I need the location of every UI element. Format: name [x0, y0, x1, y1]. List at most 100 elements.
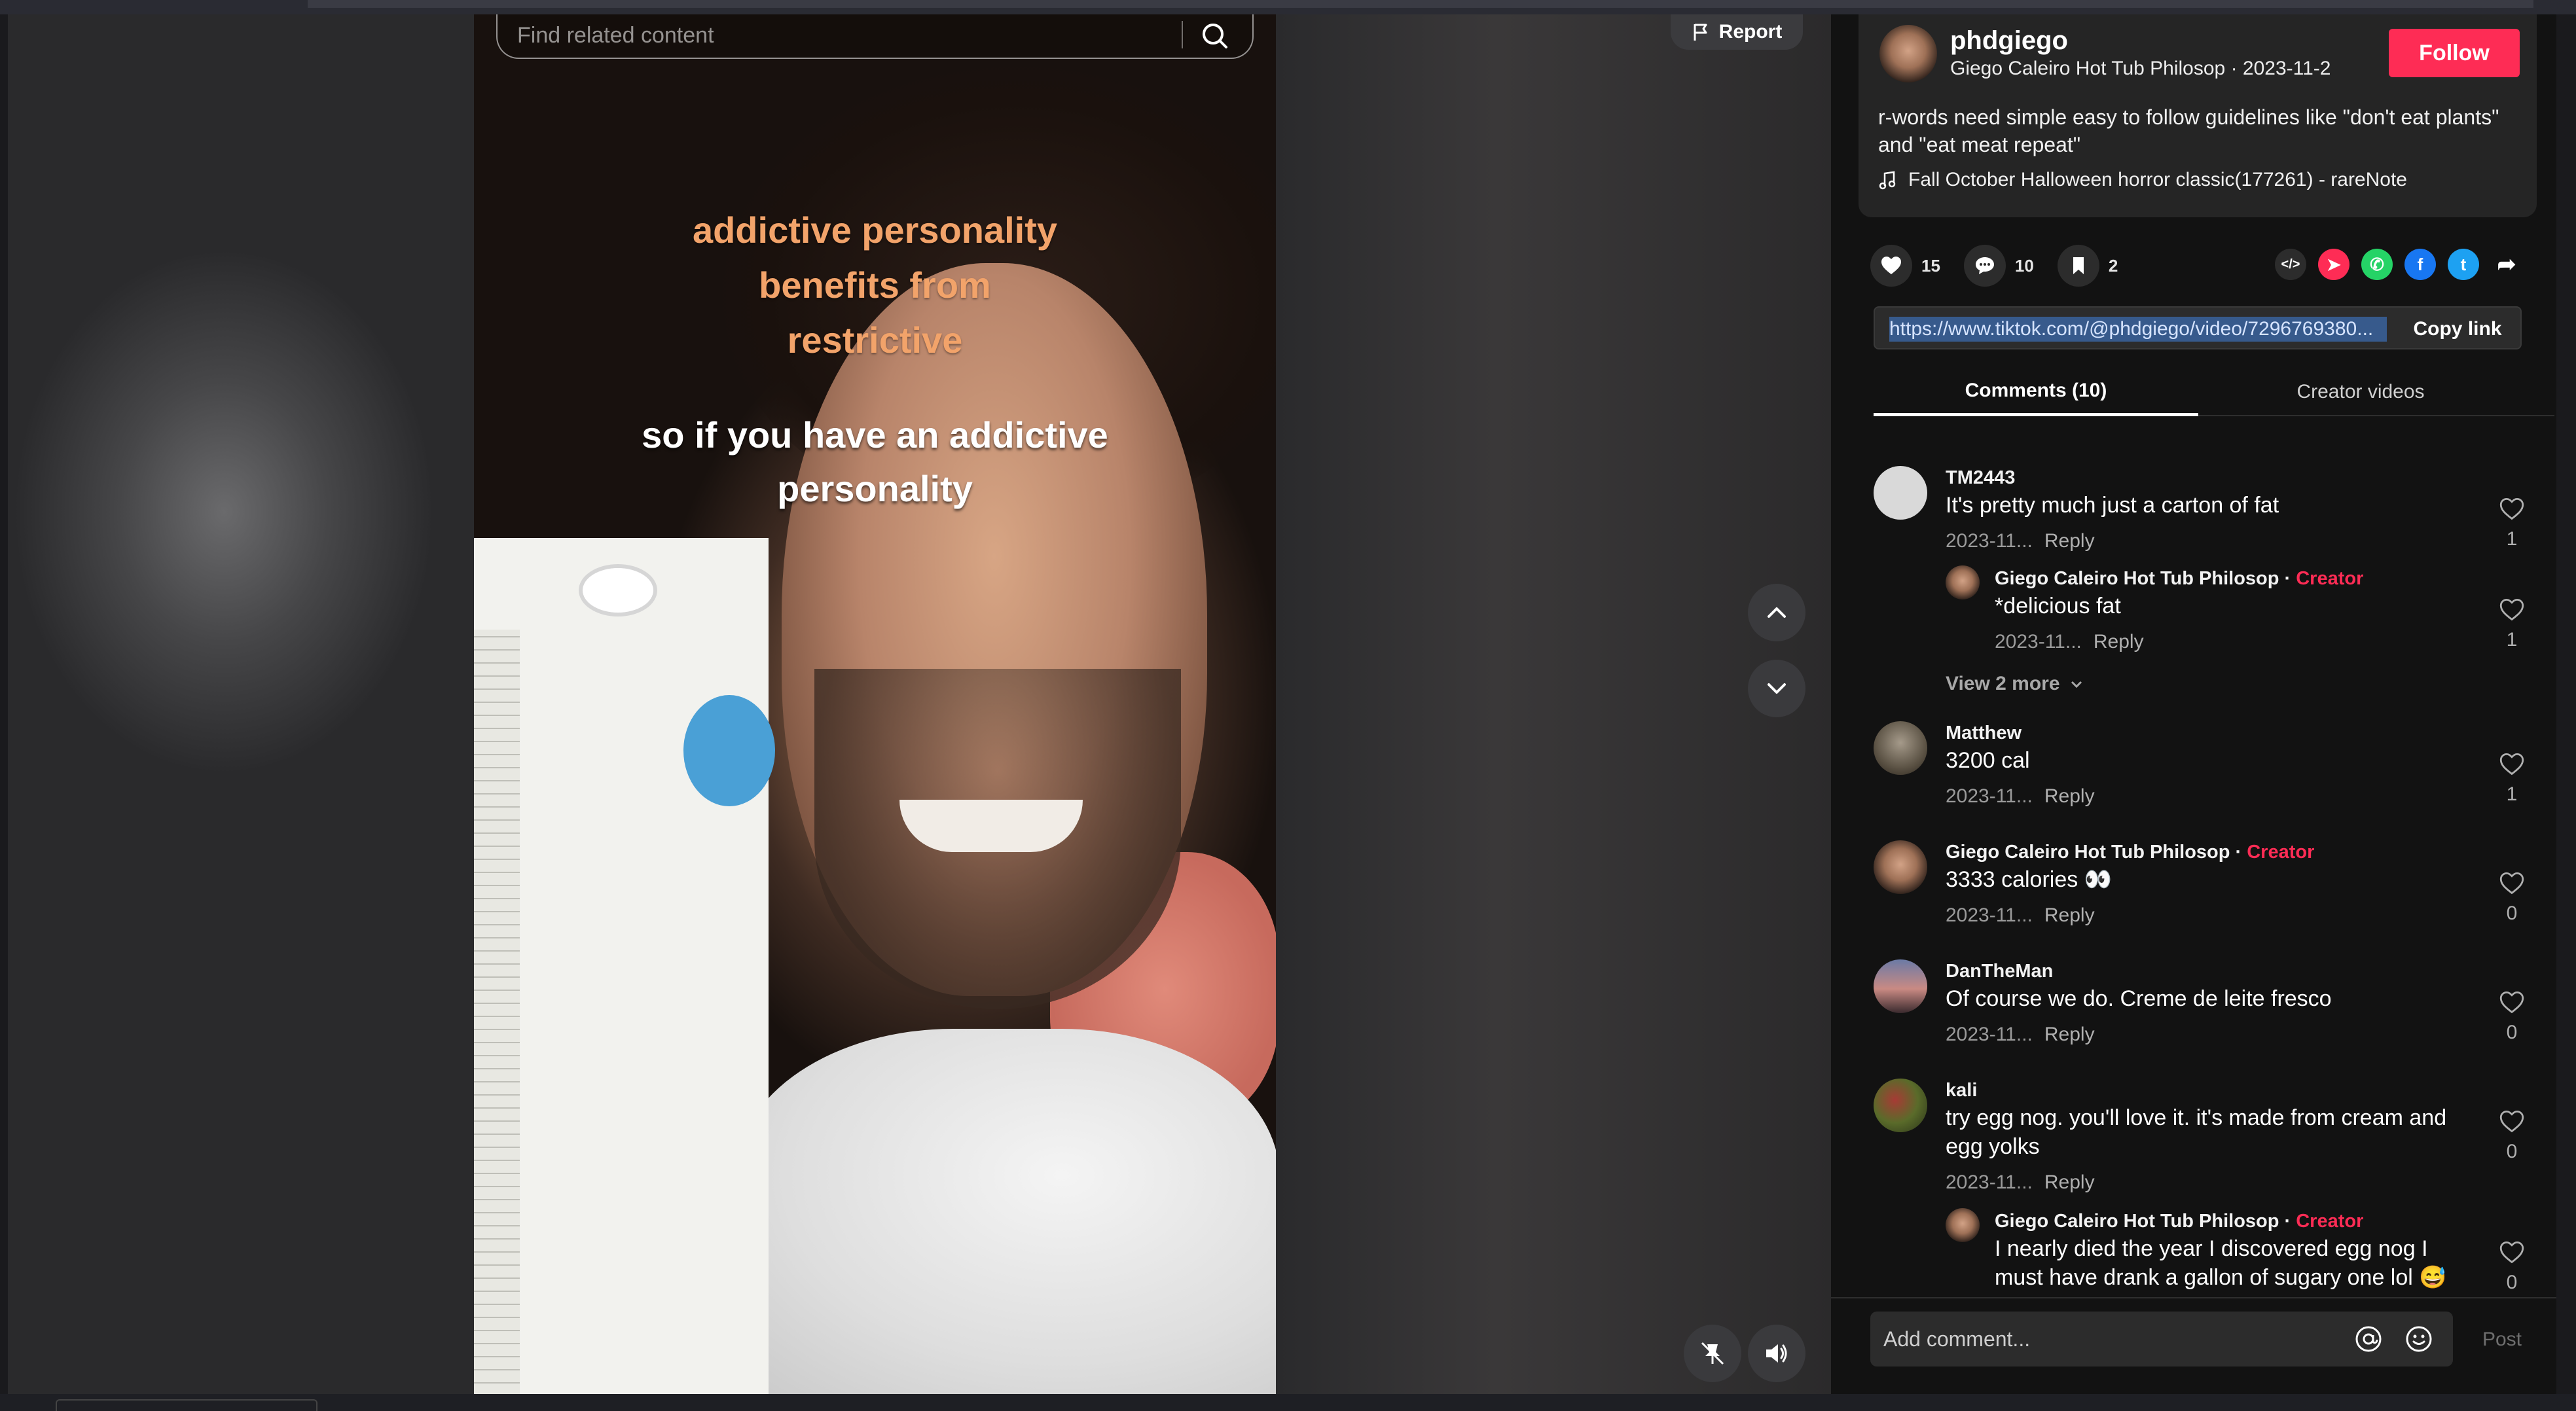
commenter-name[interactable]: TM2443: [1946, 467, 2015, 489]
browser-bottom-bar: [0, 1394, 2576, 1411]
reply-button[interactable]: Reply: [2044, 904, 2095, 926]
flag-icon: [1694, 24, 1707, 41]
emoji-button[interactable]: [2402, 1322, 2436, 1356]
author-username[interactable]: phdgiego: [1950, 26, 2068, 56]
send-icon[interactable]: ➤: [2318, 249, 2349, 280]
tab-comments[interactable]: Comments (10): [1874, 368, 2198, 416]
heart-icon: [1881, 257, 1901, 274]
commenter-name-text: Giego Caleiro Hot Tub Philosop ·: [1995, 1211, 2296, 1232]
comment-meta: 2023-11... Reply: [1946, 1024, 2095, 1046]
overlay-line: addictive personality: [692, 209, 1058, 251]
creator-tag: Creator: [2296, 1211, 2364, 1232]
mention-button[interactable]: [2351, 1322, 2386, 1356]
browser-tab-strip: [308, 0, 2533, 8]
comment-text: 3333 calories 👀: [1946, 867, 2113, 892]
comment-date: 2023-11...: [1946, 1171, 2033, 1193]
reply-button[interactable]: Reply: [2044, 1171, 2095, 1193]
chevron-down-icon: [2071, 681, 2082, 688]
comment-like[interactable]: 1: [2492, 753, 2531, 806]
nutrition-panel: [474, 630, 520, 1394]
smiley-icon: [2406, 1326, 2432, 1352]
overlay-line: restrictive: [787, 319, 963, 361]
comment-meta: 2023-11... Reply: [1946, 530, 2095, 552]
creator-avatar[interactable]: [1946, 565, 1980, 599]
creator-avatar[interactable]: [1946, 1208, 1980, 1242]
commenter-name[interactable]: Matthew: [1946, 723, 2022, 744]
volume-button[interactable]: [1748, 1325, 1805, 1382]
commenter-avatar[interactable]: [1874, 959, 1927, 1013]
commenter-avatar[interactable]: [1874, 466, 1927, 520]
comment-like-count: 0: [2506, 1022, 2518, 1043]
post-button[interactable]: Post: [2469, 1323, 2535, 1356]
search-icon: [1203, 24, 1227, 48]
video-overlay-text: addictive personality benefits from rest…: [474, 203, 1276, 368]
comment-like[interactable]: 0: [2492, 1241, 2531, 1294]
like-stat[interactable]: 15: [1870, 245, 1940, 287]
carton-cap: [579, 564, 657, 616]
copy-link-button[interactable]: Copy link: [2392, 308, 2523, 351]
creator-avatar[interactable]: [1874, 840, 1927, 894]
heart-outline-icon: [2499, 497, 2524, 520]
comment-text: It's pretty much just a carton of fat: [1946, 493, 2279, 518]
view-more-replies[interactable]: View 2 more: [1946, 673, 2084, 695]
commenter-name[interactable]: Giego Caleiro Hot Tub Philosop · Creator: [1995, 568, 2363, 590]
twitter-icon[interactable]: t: [2448, 249, 2479, 280]
report-button[interactable]: Report: [1671, 14, 1803, 50]
music-note-icon: [1879, 171, 1896, 190]
comment-like-count: 1: [2506, 528, 2518, 550]
heart-outline-icon: [2499, 1241, 2524, 1264]
reply-button[interactable]: Reply: [2094, 631, 2144, 652]
music-row[interactable]: Fall October Halloween horror classic(17…: [1878, 169, 2407, 191]
reply-button[interactable]: Reply: [2044, 530, 2095, 552]
chevron-up-icon: [1768, 607, 1786, 618]
browser-top-bar: [0, 0, 2576, 14]
commenter-name-text: Giego Caleiro Hot Tub Philosop ·: [1995, 568, 2296, 589]
music-title: Fall October Halloween horror classic(17…: [1908, 169, 2407, 190]
reply-button[interactable]: Reply: [2044, 1024, 2095, 1045]
like-count: 15: [1921, 255, 1940, 276]
commenter-name[interactable]: DanTheMan: [1946, 961, 2053, 982]
comment-stat[interactable]: 10: [1963, 245, 2034, 287]
save-stat[interactable]: 2: [2057, 245, 2118, 287]
comment-like-count: 0: [2506, 1272, 2518, 1293]
video-player[interactable]: addictive personality benefits from rest…: [474, 14, 1276, 1394]
reply-button[interactable]: Reply: [2044, 785, 2095, 807]
follow-button[interactable]: Follow: [2389, 29, 2520, 77]
search-input[interactable]: [517, 18, 1172, 52]
commenter-avatar[interactable]: [1874, 1079, 1927, 1132]
download-chip: [56, 1399, 317, 1411]
bookmark-icon: [2073, 257, 2084, 274]
embed-icon[interactable]: </>: [2275, 249, 2306, 280]
caption-line: personality: [777, 468, 973, 509]
comment-like[interactable]: 0: [2492, 991, 2531, 1044]
comment-like[interactable]: 0: [2492, 1110, 2531, 1163]
search-button[interactable]: [1195, 17, 1234, 54]
comment-like[interactable]: 1: [2492, 497, 2531, 550]
video-url[interactable]: https://www.tiktok.com/@phdgiego/video/7…: [1889, 317, 2387, 342]
previous-video-button[interactable]: [1748, 584, 1805, 641]
left-window-edge: [0, 14, 8, 1394]
commenter-name[interactable]: Giego Caleiro Hot Tub Philosop · Creator: [1995, 1211, 2363, 1232]
add-comment-input[interactable]: [1883, 1322, 2329, 1356]
save-count: 2: [2108, 255, 2118, 276]
author-avatar[interactable]: [1879, 25, 1937, 82]
comment-text: try egg nog. you'll love it. it's made f…: [1946, 1105, 2447, 1159]
commenter-name[interactable]: Giego Caleiro Hot Tub Philosop · Creator: [1946, 842, 2314, 863]
related-search-bar: [496, 14, 1254, 59]
comment-like[interactable]: 0: [2492, 872, 2531, 925]
share-arrow-icon[interactable]: ➦: [2491, 249, 2522, 280]
heart-outline-icon: [2499, 991, 2524, 1014]
blurred-background-left: [8, 14, 474, 1394]
comment-like[interactable]: 1: [2492, 598, 2531, 651]
float-player-button[interactable]: [1684, 1325, 1741, 1382]
comment-input-divider: [1831, 1297, 2556, 1298]
video-info-card: phdgiego Giego Caleiro Hot Tub Philosop …: [1859, 14, 2537, 217]
facebook-icon[interactable]: f: [2404, 249, 2436, 280]
heart-outline-icon: [2499, 872, 2524, 895]
commenter-name[interactable]: kali: [1946, 1080, 1977, 1101]
commenter-avatar[interactable]: [1874, 721, 1927, 775]
whatsapp-icon[interactable]: ✆: [2361, 249, 2393, 280]
author-subtitle: Giego Caleiro Hot Tub Philosop · 2023-11…: [1950, 58, 2331, 79]
tab-creator-videos[interactable]: Creator videos: [2198, 368, 2523, 416]
next-video-button[interactable]: [1748, 660, 1805, 717]
